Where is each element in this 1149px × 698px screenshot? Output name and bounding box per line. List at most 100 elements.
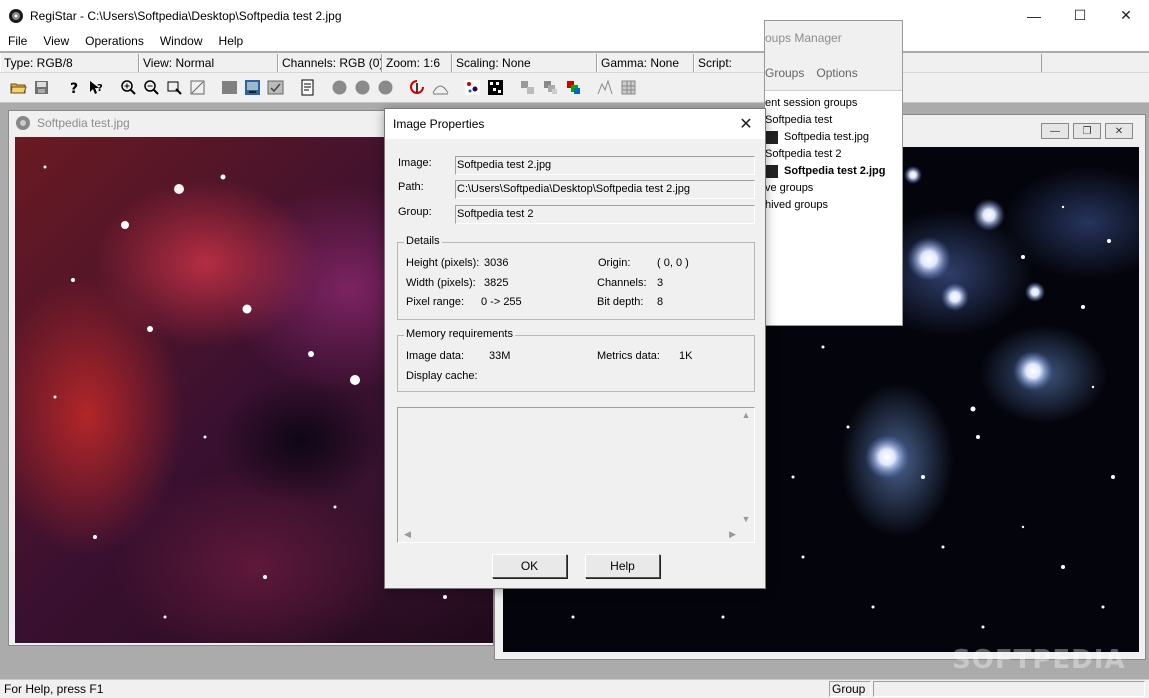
group1-icon[interactable] [516,76,539,99]
info-type: Type: RGB/8 [0,53,139,72]
minimize-button[interactable]: — [1011,0,1057,31]
bit-depth-value: 8 [657,296,664,308]
tree-item[interactable]: Softpedia test.jpg [765,129,902,146]
metrics-data-value: 1K [679,350,693,362]
tree-item[interactable]: hived groups [765,197,902,214]
zoom-out-icon[interactable] [140,76,163,99]
info-scaling: Scaling: None [452,53,597,72]
scroll-up-icon[interactable]: ▲ [742,410,751,420]
groups-menu-options[interactable]: Options [816,66,857,80]
groups-manager-window[interactable]: oups Manager Groups Options ent session … [764,20,903,326]
tree-item[interactable]: Softpedia test [765,112,902,129]
svg-text:?: ? [70,81,78,96]
path-label: Path: [398,181,424,193]
close-button[interactable]: ✕ [1103,0,1149,31]
view-check-icon[interactable] [264,76,287,99]
info-view: View: Normal [139,53,278,72]
image-window-title: Softpedia test.jpg [37,116,130,130]
child-close-button[interactable]: ✕ [1105,123,1133,139]
image-file-icon [765,131,778,144]
view-gray-icon[interactable] [218,76,241,99]
circle-blue-icon[interactable] [374,76,397,99]
menu-operations[interactable]: Operations [77,31,152,51]
menu-view[interactable]: View [35,31,77,51]
origin-label: Origin: [598,257,631,269]
image-properties-dialog[interactable]: Image Properties ✕ Image: Softpedia test… [384,108,766,589]
groups-tree: ent session groups Softpedia test Softpe… [765,91,902,214]
child-minimize-button[interactable]: — [1041,123,1069,139]
dialog-close-icon[interactable]: ✕ [737,115,755,133]
save-icon[interactable] [30,76,53,99]
dialog-title-bar[interactable]: Image Properties ✕ [385,109,765,139]
bit-depth-label: Bit depth: [597,296,644,308]
registar-app-icon[interactable] [8,8,24,24]
memory-legend: Memory requirements [404,328,515,340]
status-help-text: For Help, press F1 [4,682,104,696]
width-value: 3825 [484,277,509,289]
groups-menu-groups[interactable]: Groups [765,66,804,80]
ok-button[interactable]: OK [492,554,567,578]
info-channels: Channels: RGB (0) [278,53,382,72]
circle-green-icon[interactable] [351,76,374,99]
status-bar: For Help, press F1 Group [0,679,1149,698]
path-field[interactable]: C:\Users\Softpedia\Desktop\Softpedia tes… [455,180,755,199]
groups-manager-title: oups Manager [765,21,902,55]
image-file-icon [765,165,778,178]
memory-groupbox: Memory requirements Image data: 33M Metr… [397,328,755,392]
curve-icon[interactable] [429,76,452,99]
help-button[interactable]: Help [585,554,660,578]
group3-icon[interactable] [562,76,585,99]
channels-value: 3 [657,277,664,289]
tree-item[interactable]: Softpedia test 2 [765,146,902,163]
help-icon[interactable]: ? [62,76,85,99]
origin-value: ( 0, 0 ) [657,257,689,269]
height-value: 3036 [484,257,509,269]
stars-icon[interactable] [461,76,484,99]
tree-item[interactable]: ve groups [765,180,902,197]
menu-window[interactable]: Window [152,31,211,51]
context-help-icon[interactable]: ? [85,76,108,99]
group2-icon[interactable] [539,76,562,99]
menu-file[interactable]: File [0,31,35,51]
vertical-scrollbar[interactable]: ▲ ▼ [740,410,752,524]
group-field[interactable]: Softpedia test 2 [455,205,755,224]
scroll-down-icon[interactable]: ▼ [742,514,751,524]
properties-icon[interactable] [296,76,319,99]
image-label: Image: [398,157,432,169]
image-name-field[interactable]: Softpedia test 2.jpg [455,156,755,175]
grid-icon[interactable] [617,76,640,99]
status-group-pane: Group [829,681,871,697]
width-label: Width (pixels): [406,277,476,289]
menu-help[interactable]: Help [211,31,252,51]
window-title: RegiStar - C:\Users\Softpedia\Desktop\So… [30,8,342,23]
circle-red-icon[interactable] [328,76,351,99]
svg-text:?: ? [97,83,103,94]
scroll-left-icon[interactable]: ◀ [404,529,411,540]
histogram-icon[interactable] [594,76,617,99]
image-data-value: 33M [489,350,511,362]
status-blank-pane [873,681,1145,697]
pixel-range-label: Pixel range: [406,296,465,308]
tree-item-selected[interactable]: Softpedia test 2.jpg [765,163,902,180]
maximize-button[interactable]: ☐ [1057,0,1103,31]
rotate-icon[interactable] [406,76,429,99]
open-icon[interactable] [7,76,30,99]
details-groupbox: Details Height (pixels): 3036 Width (pix… [397,235,755,320]
display-cache-label: Display cache: [406,370,478,382]
tree-item[interactable]: ent session groups [765,95,902,112]
scroll-right-icon[interactable]: ▶ [729,529,736,540]
dialog-title: Image Properties [393,117,485,131]
info-zoom: Zoom: 1:6 [382,53,452,72]
zoom-box-icon[interactable] [163,76,186,99]
zoom-fit-icon[interactable] [186,76,209,99]
horizontal-scrollbar[interactable]: ◀ ▶ [400,528,740,540]
title-bar: RegiStar - C:\Users\Softpedia\Desktop\So… [0,0,1149,31]
metrics-data-label: Metrics data: [597,350,660,362]
zoom-in-icon[interactable] [117,76,140,99]
height-label: Height (pixels): [406,257,480,269]
view-monitor-icon[interactable] [241,76,264,99]
child-restore-button[interactable]: ❐ [1073,123,1101,139]
pattern-icon[interactable] [484,76,507,99]
menu-bar: File View Operations Window Help [0,31,1149,51]
notes-textarea[interactable]: ▲ ▼ ◀ ▶ [397,407,755,543]
